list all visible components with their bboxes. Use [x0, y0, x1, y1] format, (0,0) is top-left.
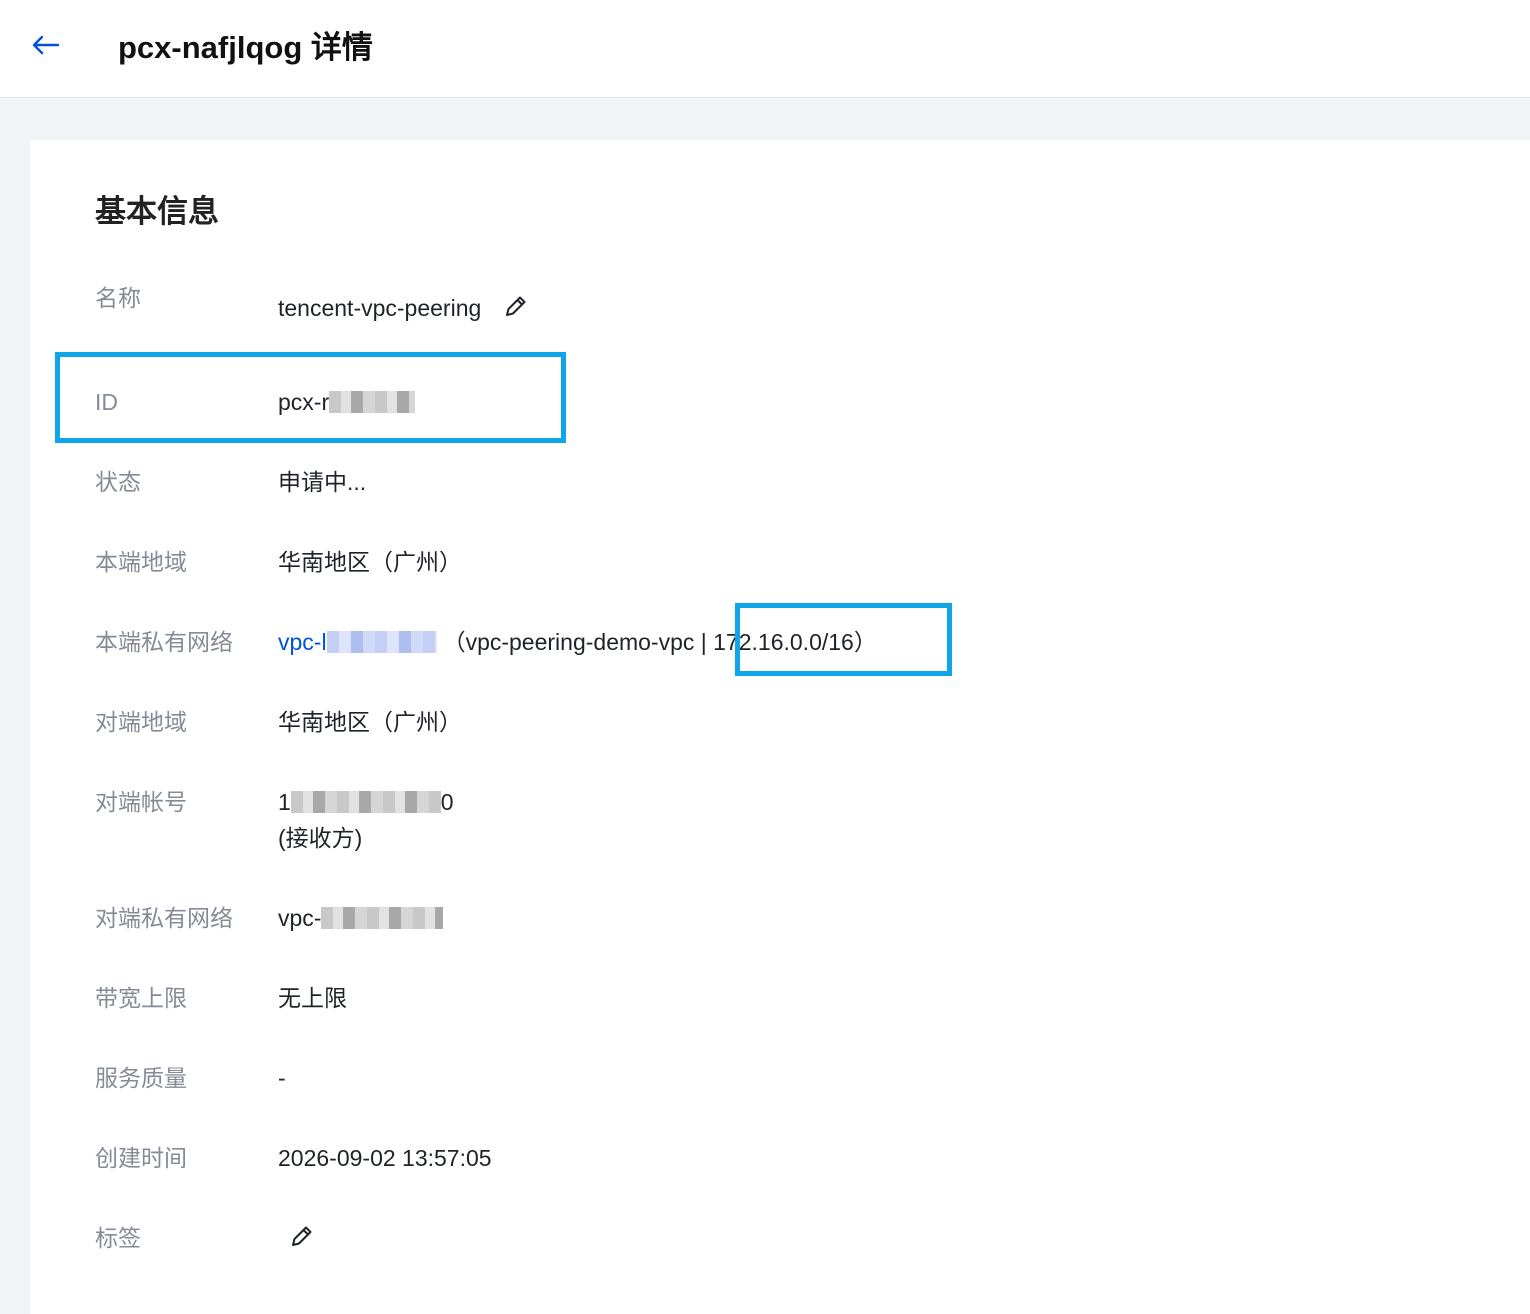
- edit-tags-button[interactable]: [286, 1224, 318, 1256]
- edit-name-button[interactable]: [500, 294, 532, 326]
- peer-vpc-prefix: vpc-: [278, 905, 322, 931]
- id-label: ID: [95, 389, 118, 415]
- arrow-left-icon: [30, 35, 60, 60]
- local-vpc-cidr: | 172.16.0.0/16）: [694, 629, 877, 655]
- local-region-value: 华南地区（广州）: [278, 549, 462, 575]
- peer-region-label: 对端地域: [95, 709, 187, 735]
- name-value-group: tencent-vpc-peering: [278, 292, 532, 326]
- name-label: 名称: [95, 285, 141, 311]
- peer-account-label: 对端帐号: [95, 789, 187, 815]
- pencil-icon: [502, 292, 530, 328]
- qos-label: 服务质量: [95, 1065, 187, 1091]
- redacted-peer-vpc: [321, 906, 444, 929]
- peer-account-prefix: 1: [278, 789, 291, 815]
- page-header: pcx-nafjlqog 详情: [0, 0, 1530, 98]
- bandwidth-value: 无上限: [278, 985, 347, 1011]
- redacted-id: [329, 390, 416, 413]
- page-title: pcx-nafjlqog 详情: [118, 30, 373, 65]
- created-label: 创建时间: [95, 1145, 187, 1171]
- name-value: tencent-vpc-peering: [278, 295, 482, 321]
- peer-vpc-value: vpc-: [278, 902, 444, 934]
- peer-account-role: (接收方): [278, 825, 363, 851]
- local-vpc-label: 本端私有网络: [95, 629, 233, 655]
- peer-account-value: 10: [278, 786, 454, 818]
- tags-value: [286, 1222, 318, 1256]
- local-vpc-value: vpc-l （vpc-peering-demo-vpc | 172.16.0.0/…: [278, 626, 877, 658]
- status-value: 申请中...: [278, 469, 367, 495]
- tags-label: 标签: [95, 1225, 141, 1251]
- pencil-icon: [288, 1222, 316, 1258]
- created-value: 2026-09-02 13:57:05: [278, 1145, 492, 1171]
- status-label: 状态: [95, 469, 141, 495]
- local-vpc-link-prefix: vpc-l: [278, 629, 327, 655]
- bandwidth-label: 带宽上限: [95, 985, 187, 1011]
- id-value-prefix: pcx-r: [278, 389, 330, 415]
- back-button[interactable]: [28, 30, 62, 64]
- peer-vpc-label: 对端私有网络: [95, 905, 233, 931]
- redacted-account: [290, 790, 441, 813]
- redacted-vpc-id: [326, 630, 437, 653]
- peer-account-suffix: 0: [440, 789, 454, 815]
- local-region-label: 本端地域: [95, 549, 187, 575]
- local-vpc-link[interactable]: vpc-l: [278, 629, 437, 655]
- local-vpc-paren: （: [442, 629, 466, 655]
- local-vpc-name: vpc-peering-demo-vpc: [465, 629, 695, 655]
- id-value: pcx-r: [278, 386, 416, 418]
- section-title: 基本信息: [95, 194, 219, 229]
- basic-info-card: 基本信息 名称 tencent-vpc-peering ID pcx-r 状态 …: [30, 140, 1530, 1314]
- peer-region-value: 华南地区（广州）: [278, 709, 462, 735]
- qos-value: -: [278, 1065, 286, 1091]
